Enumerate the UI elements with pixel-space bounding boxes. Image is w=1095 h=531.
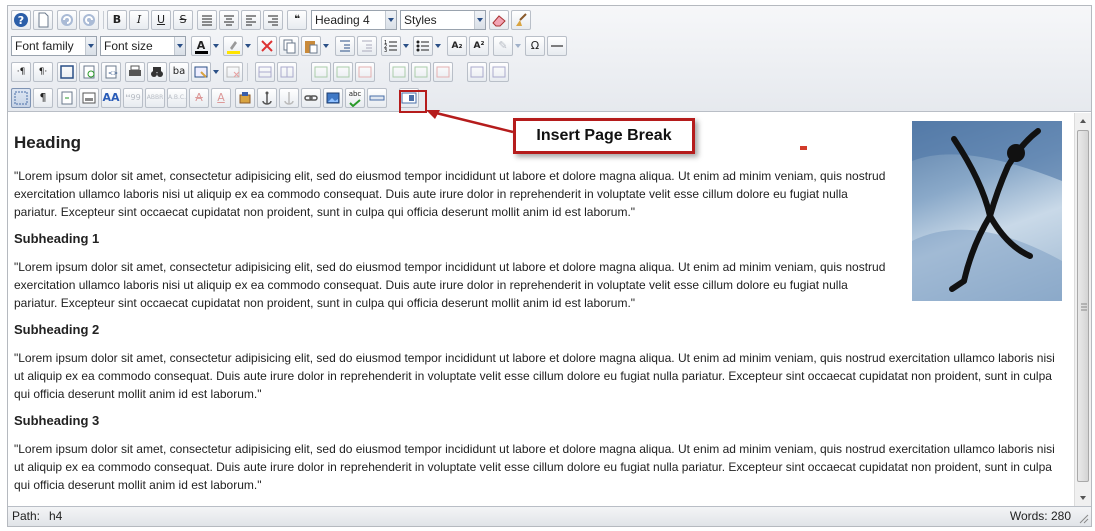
insert-page-break-callout: Insert Page Break	[513, 118, 695, 154]
red-marker	[800, 146, 807, 150]
annotation-arrow	[426, 110, 514, 134]
